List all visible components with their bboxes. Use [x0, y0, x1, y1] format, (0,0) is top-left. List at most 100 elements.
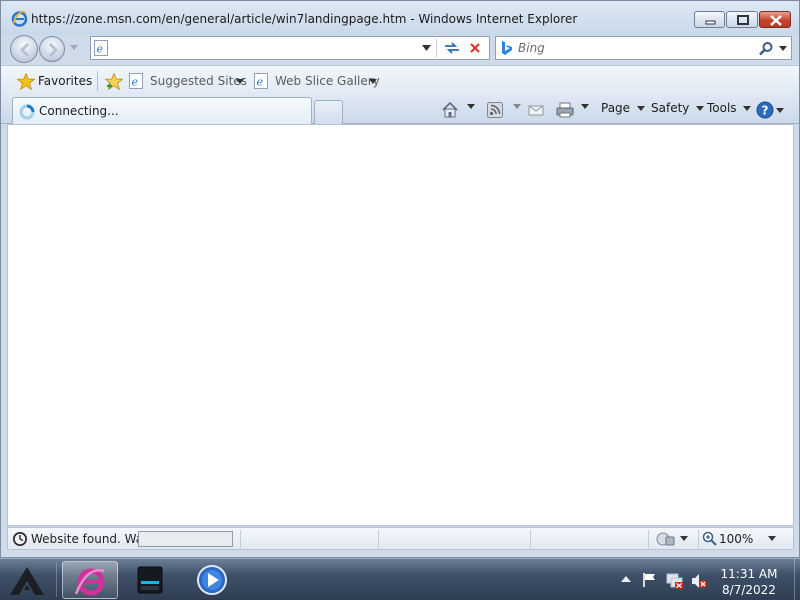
search-dropdown-icon[interactable] — [779, 46, 787, 51]
window-title: https://zone.msn.com/en/general/article/… — [31, 12, 578, 26]
page-content-area[interactable] — [7, 124, 794, 526]
print-dropdown-icon[interactable] — [581, 104, 589, 109]
home-dropdown-icon[interactable] — [467, 104, 475, 109]
refresh-icon[interactable] — [443, 40, 461, 56]
minimize-button[interactable] — [694, 11, 725, 28]
loading-progress-bar — [138, 531, 233, 547]
chevron-down-icon — [236, 79, 244, 84]
back-arrow-icon — [19, 42, 30, 58]
favorites-label: Favorites — [38, 74, 93, 88]
restore-icon — [737, 15, 749, 25]
taskbar-terminal[interactable] — [122, 561, 178, 599]
security-dropdown-icon[interactable] — [680, 536, 688, 541]
terminal-icon — [137, 566, 163, 594]
zoom-level: 100% — [719, 532, 754, 546]
web-slice-gallery-label: Web Slice Gallery — [275, 74, 380, 88]
chevron-down-icon — [636, 106, 645, 111]
print-icon[interactable] — [556, 100, 574, 120]
status-bar: Website found. Wai 100% — [7, 527, 794, 550]
divider — [648, 530, 649, 548]
taskbar: 11:31 AM 8/7/2022 — [0, 558, 800, 600]
status-text: Website found. Wai — [31, 532, 139, 546]
internet-explorer-icon — [11, 11, 28, 27]
minimize-icon — [705, 20, 716, 25]
tab-label: Connecting... — [39, 104, 119, 118]
divider — [530, 530, 531, 548]
close-button[interactable] — [759, 11, 791, 28]
favorites-bar: Favorites e Suggested Sites e Web Slice … — [1, 65, 799, 96]
volume-muted-icon[interactable] — [690, 572, 708, 590]
chevron-down-icon — [743, 106, 752, 111]
chevron-down-icon — [369, 79, 377, 84]
page-icon: e — [94, 40, 108, 56]
tools-menu[interactable]: Tools — [707, 101, 752, 115]
address-input[interactable] — [111, 40, 431, 56]
internet-explorer-icon — [74, 568, 105, 596]
divider — [56, 563, 57, 597]
back-button[interactable] — [10, 35, 38, 63]
page-icon: e — [254, 73, 268, 89]
divider — [97, 71, 98, 91]
media-player-icon — [197, 565, 227, 595]
suggested-sites-link[interactable]: e Suggested Sites — [129, 70, 247, 92]
search-bar[interactable] — [495, 36, 792, 60]
suggested-sites-label: Suggested Sites — [150, 74, 247, 88]
divider — [378, 530, 379, 548]
navigation-bar: e — [1, 34, 799, 64]
safety-menu-label: Safety — [651, 101, 690, 115]
action-center-flag-icon[interactable] — [642, 572, 658, 588]
page-menu[interactable]: Page — [601, 101, 645, 115]
divider — [698, 530, 699, 548]
svg-text:e: e — [132, 76, 139, 89]
taskbar-internet-explorer[interactable] — [62, 561, 118, 599]
browser-window: https://zone.msn.com/en/general/article/… — [0, 0, 800, 558]
feeds-icon[interactable] — [487, 100, 503, 120]
loading-icon — [19, 104, 35, 120]
stop-icon[interactable] — [468, 41, 482, 55]
page-icon: e — [129, 73, 143, 89]
close-icon — [770, 15, 782, 26]
start-logo-icon — [10, 567, 44, 595]
start-button[interactable] — [4, 561, 50, 599]
svg-text:e: e — [257, 76, 264, 89]
mail-icon[interactable] — [528, 100, 544, 120]
favorites-button[interactable]: Favorites — [10, 70, 92, 92]
safety-menu[interactable]: Safety — [651, 101, 705, 115]
show-hidden-icons-icon[interactable] — [621, 576, 631, 582]
tab-connecting[interactable]: Connecting... — [12, 97, 312, 124]
page-menu-label: Page — [601, 101, 631, 115]
clock-date[interactable]: 8/7/2022 — [710, 583, 788, 597]
zoom-icon — [702, 531, 717, 546]
divider — [436, 39, 437, 57]
star-icon — [17, 73, 35, 90]
svg-text:?: ? — [762, 104, 769, 118]
forward-button[interactable] — [39, 36, 65, 62]
search-icon[interactable] — [758, 41, 774, 57]
command-bar: Connecting... Page Safety Tools ? — [1, 96, 799, 124]
clock-time[interactable]: 11:31 AM — [710, 567, 788, 581]
forward-arrow-icon — [48, 42, 59, 58]
address-bar[interactable]: e — [90, 36, 490, 60]
new-tab-button[interactable] — [314, 100, 343, 124]
tools-menu-label: Tools — [707, 101, 737, 115]
bing-icon — [502, 41, 512, 55]
feeds-dropdown-icon[interactable] — [513, 104, 521, 109]
taskbar-media-player[interactable] — [184, 561, 240, 599]
divider — [240, 530, 241, 548]
show-desktop-button[interactable] — [794, 559, 800, 600]
security-zone-icon[interactable] — [656, 531, 676, 547]
help-icon[interactable]: ? — [756, 100, 784, 120]
recent-pages-dropdown-icon[interactable] — [70, 45, 78, 50]
search-input[interactable] — [518, 40, 738, 56]
svg-text:e: e — [97, 43, 104, 56]
zoom-dropdown-icon[interactable] — [768, 536, 776, 541]
network-icon[interactable] — [666, 572, 684, 590]
address-dropdown-icon[interactable] — [422, 45, 431, 51]
web-slice-gallery-link[interactable]: e Web Slice Gallery — [254, 70, 380, 92]
add-to-favorites-bar-icon[interactable] — [105, 73, 123, 90]
maximize-button[interactable] — [726, 11, 758, 28]
chevron-down-icon — [696, 106, 705, 111]
title-bar[interactable]: https://zone.msn.com/en/general/article/… — [1, 1, 799, 35]
home-icon[interactable] — [441, 100, 459, 120]
clock-icon — [13, 532, 27, 546]
